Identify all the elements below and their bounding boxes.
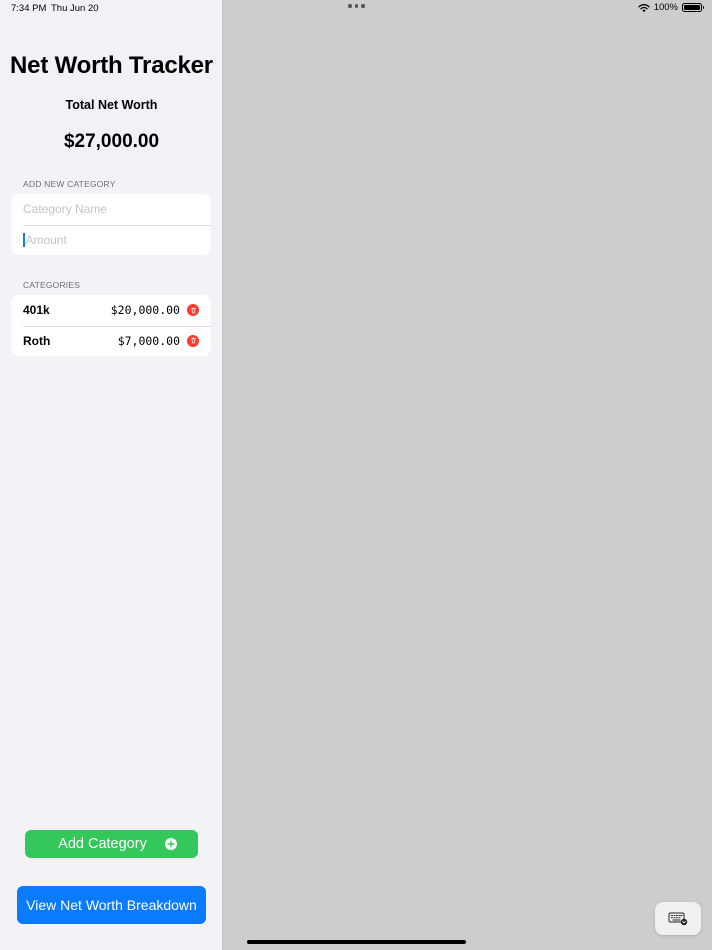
form-list[interactable]: ADD NEW CATEGORY Category Name Amount CA… bbox=[0, 166, 223, 814]
page-title: Net Worth Tracker bbox=[10, 52, 213, 79]
list-item[interactable]: Roth $7,000.00 bbox=[11, 325, 211, 357]
keyboard-dismiss-icon[interactable] bbox=[655, 902, 701, 935]
sidebar-panel: Net Worth Tracker Total Net Worth $27,00… bbox=[0, 0, 223, 950]
list-item[interactable]: 401k $20,000.00 bbox=[11, 295, 211, 326]
app-screen: Net Worth Tracker Total Net Worth $27,00… bbox=[0, 0, 712, 950]
status-date: Thu Jun 20 bbox=[51, 3, 99, 14]
multitasking-menu-icon[interactable] bbox=[348, 4, 365, 8]
total-net-worth-label: Total Net Worth bbox=[65, 98, 158, 112]
trash-icon[interactable] bbox=[187, 304, 199, 317]
add-category-label: Add Category bbox=[58, 836, 147, 852]
plus-circle-icon bbox=[165, 838, 177, 850]
add-category-form: Category Name Amount bbox=[11, 194, 211, 255]
amount-field[interactable]: Amount bbox=[11, 224, 211, 256]
text-cursor bbox=[23, 232, 25, 247]
status-time: 7:34 PM bbox=[11, 3, 47, 14]
amount-placeholder: Amount bbox=[25, 232, 67, 247]
status-indicators: 100% bbox=[638, 2, 704, 13]
add-category-button[interactable]: Add Category bbox=[25, 830, 198, 858]
add-category-section-header: ADD NEW CATEGORY bbox=[23, 179, 116, 189]
categories-section-header: CATEGORIES bbox=[23, 280, 81, 290]
category-name: 401k bbox=[23, 303, 50, 318]
wifi-icon bbox=[638, 3, 650, 12]
view-breakdown-button[interactable]: View Net Worth Breakdown bbox=[17, 886, 206, 924]
categories-list: 401k $20,000.00 Roth $7,000.00 bbox=[11, 295, 211, 356]
battery-percentage: 100% bbox=[653, 2, 678, 13]
home-indicator[interactable] bbox=[247, 940, 466, 944]
total-net-worth-value: $27,000.00 bbox=[63, 131, 160, 152]
category-amount: $20,000.00 bbox=[110, 303, 180, 318]
trash-icon[interactable] bbox=[187, 334, 199, 347]
split-divider[interactable] bbox=[222, 0, 223, 950]
category-name-field[interactable]: Category Name bbox=[11, 194, 211, 225]
battery-icon bbox=[682, 3, 704, 12]
category-name: Roth bbox=[23, 333, 51, 348]
category-name-placeholder: Category Name bbox=[23, 202, 108, 217]
category-amount: $7,000.00 bbox=[117, 333, 180, 348]
header-area: Net Worth Tracker Total Net Worth $27,00… bbox=[0, 0, 223, 166]
